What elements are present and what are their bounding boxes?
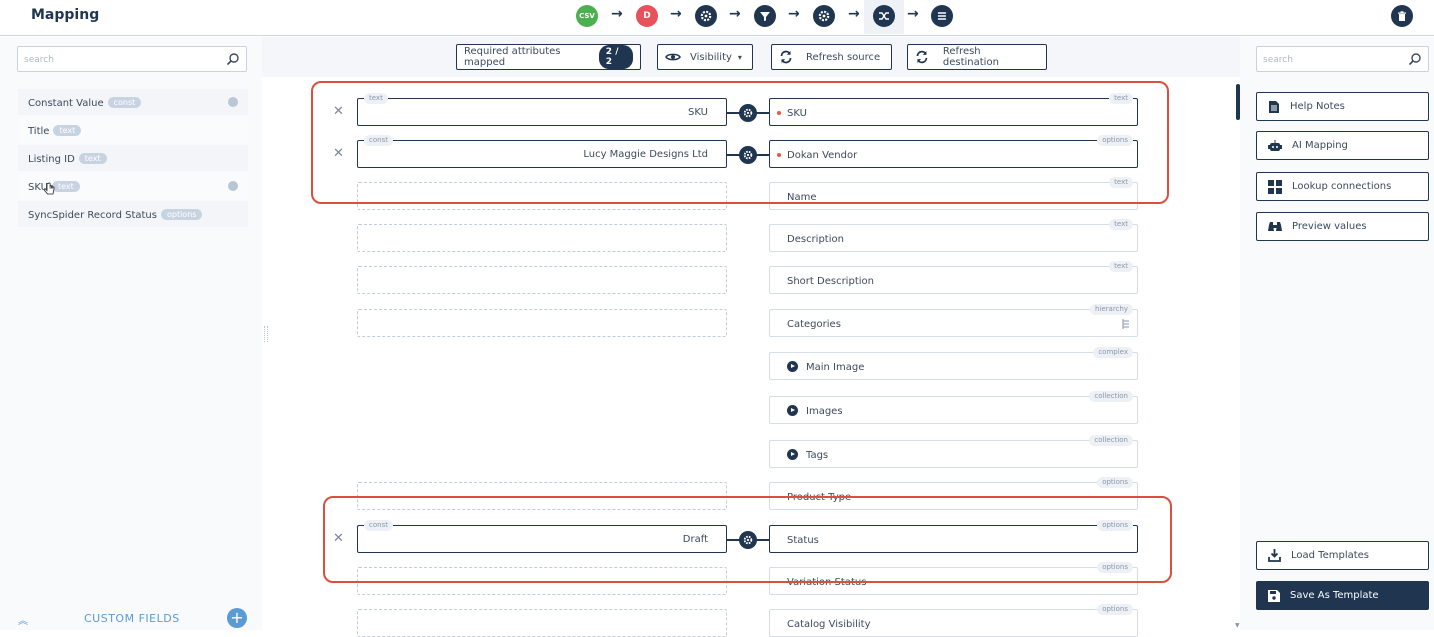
arrow-right-icon: → [788,6,800,22]
arrow-right-icon: → [907,6,919,22]
help-notes-button[interactable]: Help Notes [1256,92,1429,121]
gear-icon[interactable] [695,5,717,27]
robot-icon [1268,139,1282,151]
page-title: Mapping [31,7,100,23]
top-bar: Mapping CSV → D → → → → → [0,0,1434,36]
destination-field[interactable]: complex Main Image [769,347,1138,380]
refresh-source-button[interactable]: Refresh source [771,44,892,70]
ai-mapping-button[interactable]: AI Mapping [1256,131,1429,160]
list-icon[interactable] [931,5,953,27]
type-badge: options [160,209,203,220]
gear-icon[interactable] [813,5,835,27]
destination-field[interactable]: options Catalog Visibility [769,604,1138,637]
expand-icon[interactable] [787,405,798,416]
search-icon [1408,53,1421,66]
grid-icon [1268,179,1282,194]
arrow-right-icon: → [848,6,860,22]
scroll-down-icon[interactable]: ▼ [1235,622,1240,629]
type-badge: text [78,153,107,164]
destination-field[interactable]: text Description [769,219,1138,252]
preview-values-button[interactable]: Preview values [1256,212,1429,241]
download-icon [1268,549,1281,562]
add-custom-field-button[interactable]: + [227,608,247,628]
highlight-annotation [323,496,1172,583]
type-badge: text [53,125,82,136]
arrow-right-icon: → [729,6,741,22]
source-attribute-item[interactable]: SKU text [18,173,248,199]
source-attribute-item[interactable]: Constant Value const [18,89,248,115]
document-icon [1269,100,1279,113]
source-drop-zone[interactable] [357,266,727,294]
resize-handle[interactable] [264,326,268,342]
destination-field[interactable]: hierarchy Categories [769,304,1138,337]
dokan-icon[interactable]: D [636,5,658,27]
visibility-dropdown[interactable]: Visibility ▾ [657,44,753,70]
arrow-right-icon: → [611,6,623,22]
binoculars-icon [1268,221,1282,231]
source-search-input[interactable]: search [17,46,247,72]
destination-field[interactable]: text Short Description [769,261,1138,294]
search-icon [226,53,239,66]
required-attributes-indicator[interactable]: Required attributes mapped 2 / 2 [456,44,641,70]
csv-icon[interactable]: CSV [576,5,598,27]
chevron-up-icon: ︽ [18,616,29,627]
source-drop-zone[interactable] [357,609,727,637]
shuffle-icon[interactable] [873,5,895,27]
destination-field[interactable]: collection Tags [769,435,1138,468]
refresh-destination-button[interactable]: Refresh destination [907,44,1047,70]
destination-field[interactable]: collection Images [769,391,1138,424]
expand-icon[interactable] [787,449,798,460]
filter-icon[interactable] [754,5,776,27]
refresh-icon [916,50,928,64]
gear-icon[interactable] [228,181,238,191]
source-attribute-item[interactable]: Listing ID text [18,145,248,171]
source-drop-zone[interactable] [357,309,727,337]
chevron-down-icon: ▾ [737,52,742,62]
type-badge: text [51,181,80,192]
type-badge: const [107,97,142,108]
trash-icon[interactable] [1391,5,1413,27]
save-as-template-button[interactable]: Save As Template [1256,581,1429,610]
highlight-annotation [311,81,1169,204]
gear-icon[interactable] [228,97,238,107]
required-count-badge: 2 / 2 [598,45,633,69]
refresh-icon [780,50,792,64]
eye-icon [665,53,681,61]
source-drop-zone[interactable] [357,224,727,252]
expand-icon[interactable] [787,361,798,372]
load-templates-button[interactable]: Load Templates [1256,541,1429,570]
hand-cursor-icon [43,182,55,195]
save-icon [1268,589,1280,602]
source-attribute-item[interactable]: Title text [18,117,248,143]
source-attribute-item[interactable]: SyncSpider Record Status options [18,201,248,227]
scrollbar[interactable] [1236,84,1240,120]
hierarchy-icon [1122,319,1129,329]
destination-search-input[interactable]: search [1256,46,1429,72]
lookup-connections-button[interactable]: Lookup connections [1256,172,1429,201]
arrow-right-icon: → [670,6,682,22]
